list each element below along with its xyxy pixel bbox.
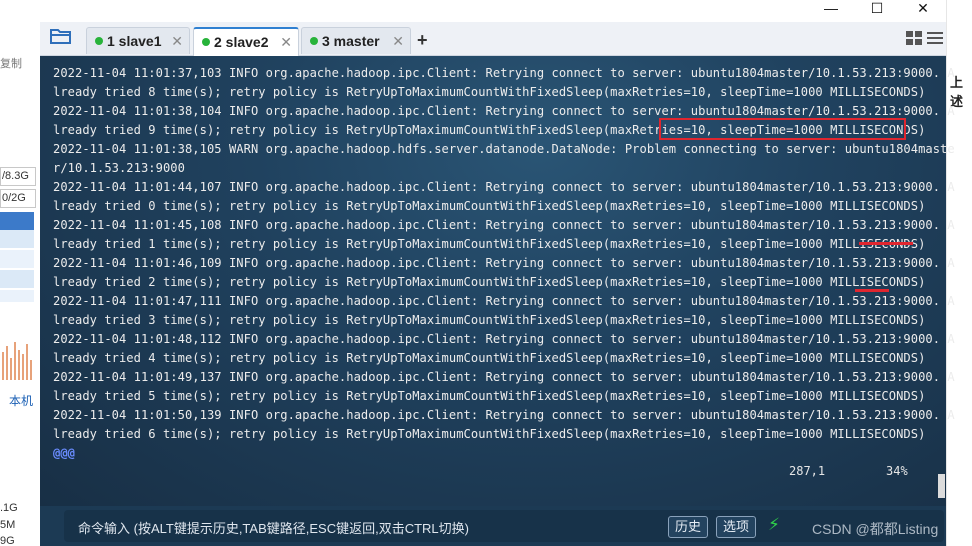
list-row[interactable] xyxy=(0,290,34,302)
command-bar: 命令输入 (按ALT键提示历史,TAB键路径,ESC键返回,双击CTRL切换) … xyxy=(40,506,946,546)
background-app-panel: 复制 /8.3G 0/2G 本机 .1G 5M 9G xyxy=(0,0,40,546)
terminal-output[interactable]: 2022-11-04 11:01:37,103 INFO org.apache.… xyxy=(40,56,955,506)
usage-chart xyxy=(0,340,34,380)
command-input[interactable]: 命令输入 (按ALT键提示历史,TAB键路径,ESC键返回,双击CTRL切换) … xyxy=(64,510,944,542)
tab-master[interactable]: 3 master ✕ xyxy=(301,27,411,54)
stat-value: 5M xyxy=(0,519,16,531)
terminal-line: lready tried 1 time(s); retry policy is … xyxy=(53,237,926,251)
selected-row[interactable] xyxy=(0,212,34,230)
terminal-line: 2022-11-04 11:01:47,111 INFO org.apache.… xyxy=(53,294,955,308)
tab-slave1[interactable]: 1 slave1 ✕ xyxy=(86,27,190,54)
menu-icon[interactable] xyxy=(927,31,943,45)
terminal-line: 2022-11-04 11:01:48,112 INFO org.apache.… xyxy=(53,332,955,346)
annotation-highlight-box xyxy=(659,118,906,140)
terminal-prompt: @@@ xyxy=(53,446,75,460)
terminal-line: 2022-11-04 11:01:49,137 INFO org.apache.… xyxy=(53,370,955,384)
stat-value: .1G xyxy=(0,502,18,514)
terminal-line: lready tried 8 time(s); retry policy is … xyxy=(53,85,926,99)
tab-label: 2 slave2 xyxy=(214,34,269,50)
copy-label: 复制 xyxy=(0,58,22,70)
annotation-underline xyxy=(859,242,913,245)
connected-status-icon xyxy=(95,37,103,45)
list-row[interactable] xyxy=(0,250,34,268)
list-row[interactable] xyxy=(0,230,34,248)
bolt-icon[interactable]: ⚡ xyxy=(768,515,780,535)
terminal-line: lready tried 5 time(s); retry policy is … xyxy=(53,389,926,403)
terminal-line: 2022-11-04 11:01:37,103 INFO org.apache.… xyxy=(53,66,955,80)
history-button[interactable]: 历史 xyxy=(668,516,709,538)
minimize-button[interactable]: — xyxy=(808,0,854,22)
connected-status-icon xyxy=(202,38,210,46)
tab-label: 3 master xyxy=(322,33,380,49)
terminal-window: — ☐ ✕ 1 slave1 ✕ 2 slave2 ✕ 3 master ✕ + xyxy=(40,0,955,546)
terminal-line: 2022-11-04 11:01:46,109 INFO org.apache.… xyxy=(53,256,955,270)
terminal-line: 2022-11-04 11:01:44,107 INFO org.apache.… xyxy=(53,180,955,194)
watermark: CSDN @都都Listing xyxy=(812,521,939,537)
maximize-button[interactable]: ☐ xyxy=(854,0,900,22)
terminal-line: lready tried 0 time(s); retry policy is … xyxy=(53,199,926,213)
terminal-line: 2022-11-04 11:01:50,139 INFO org.apache.… xyxy=(53,408,955,422)
close-tab-icon[interactable]: ✕ xyxy=(280,29,292,55)
command-input-placeholder: 命令输入 (按ALT键提示历史,TAB键路径,ESC键返回,双击CTRL切换) xyxy=(78,521,469,536)
terminal-line: lready tried 4 time(s); retry policy is … xyxy=(53,351,926,365)
folder-icon[interactable] xyxy=(48,27,74,49)
close-tab-icon[interactable]: ✕ xyxy=(392,28,404,54)
terminal-line: lready tried 6 time(s); retry policy is … xyxy=(53,427,926,441)
terminal-line: lready tried 2 time(s); retry policy is … xyxy=(53,275,926,289)
tile-layout-icon[interactable] xyxy=(906,31,922,45)
close-tab-icon[interactable]: ✕ xyxy=(171,28,183,54)
scroll-percent: 34% xyxy=(886,464,908,478)
close-window-button[interactable]: ✕ xyxy=(900,0,946,22)
options-button[interactable]: 选项 xyxy=(716,516,757,538)
tab-bar: 1 slave1 ✕ 2 slave2 ✕ 3 master ✕ + xyxy=(40,22,946,56)
terminal-line: r/10.1.53.213:9000 xyxy=(53,161,185,175)
tab-slave2[interactable]: 2 slave2 ✕ xyxy=(193,27,299,56)
tab-label: 1 slave1 xyxy=(107,33,162,49)
title-bar: — ☐ ✕ xyxy=(40,0,946,22)
cursor-position: 287,1 xyxy=(789,464,826,478)
memory-field-1: /8.3G xyxy=(0,167,36,186)
annotation-underline xyxy=(855,289,889,292)
terminal-line: 2022-11-04 11:01:45,108 INFO org.apache.… xyxy=(53,218,955,232)
memory-field-2: 0/2G xyxy=(0,189,36,208)
scrollbar-thumb[interactable] xyxy=(938,474,945,498)
list-row[interactable] xyxy=(0,270,34,288)
stat-value: 9G xyxy=(0,535,15,546)
terminal-line: lready tried 3 time(s); retry policy is … xyxy=(53,313,926,327)
terminal-line: 2022-11-04 11:01:38,105 WARN org.apache.… xyxy=(53,142,955,156)
connected-status-icon xyxy=(310,37,318,45)
computer-link[interactable]: 本机 xyxy=(9,392,33,409)
add-tab-button[interactable]: + xyxy=(417,27,428,53)
